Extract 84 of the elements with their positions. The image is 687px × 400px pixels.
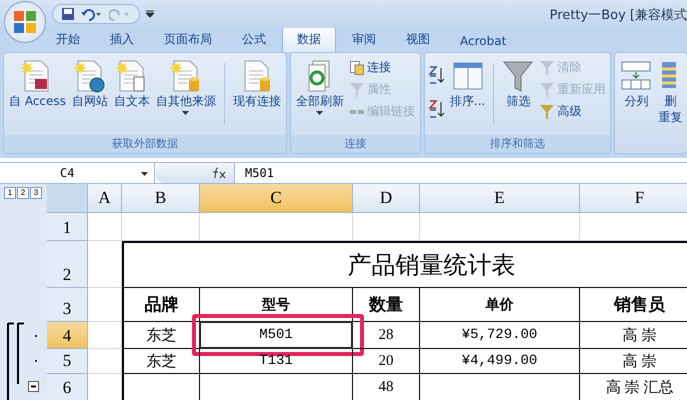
column-header[interactable]: B: [122, 184, 200, 213]
ribbon-button[interactable]: 筛选: [500, 57, 536, 111]
row-header[interactable]: 1: [47, 213, 88, 241]
ribbon-button[interactable]: 自 Access: [7, 57, 68, 111]
outline-level-button[interactable]: 1: [4, 187, 16, 199]
caret-icon: [182, 111, 190, 115]
ribbon-button[interactable]: 高级: [538, 102, 608, 121]
group-label: 排序和筛选: [424, 135, 610, 153]
sort-descending-icon[interactable]: [428, 99, 446, 119]
table-cell: 20: [353, 349, 420, 374]
connection-icon: [350, 60, 364, 74]
table-cell: T131: [200, 349, 353, 374]
window-title: Pretty一Boy [兼容模式: [550, 7, 687, 24]
table-cell: 48: [353, 374, 420, 400]
ribbon-button[interactable]: 自文本: [112, 57, 152, 111]
ribbon-button[interactable]: 删 重复: [656, 57, 684, 127]
table-cell: 高 崇 汇总: [580, 374, 687, 400]
reapply-icon: [540, 82, 554, 96]
caret-icon: [141, 172, 148, 176]
column-header[interactable]: F: [580, 184, 687, 213]
grid-cell: [88, 322, 122, 349]
row-header[interactable]: 6: [47, 374, 88, 400]
ribbon-button[interactable]: 自网站: [70, 57, 110, 111]
table-cell: 28: [353, 322, 420, 349]
caret-icon: [316, 111, 324, 115]
table-cell: 单价: [420, 288, 580, 322]
globe-document-icon: [74, 59, 106, 93]
ribbon-button[interactable]: 连接: [348, 58, 417, 77]
grid-cell: [353, 213, 420, 241]
row-header[interactable]: 4: [47, 322, 88, 349]
undo-icon[interactable]: [81, 7, 103, 21]
clear-filter-icon: [540, 60, 554, 74]
advanced-filter-icon: [540, 104, 554, 118]
ribbon-button[interactable]: 现有连接: [230, 57, 283, 111]
save-icon[interactable]: [61, 7, 75, 21]
table-cell: 品牌: [122, 288, 200, 322]
ribbon-tab[interactable]: 视图: [392, 28, 444, 52]
ribbon-tab[interactable]: 开始: [42, 28, 94, 52]
table-cell: 高 崇: [580, 349, 687, 374]
ribbon-button[interactable]: 自其他来源: [154, 57, 218, 117]
grid-cell: [88, 288, 122, 322]
ribbon-tab[interactable]: Acrobat: [446, 31, 520, 52]
table-cell: ¥4,499.00: [420, 349, 580, 374]
ribbon-tab[interactable]: 插入: [96, 28, 148, 52]
link-icon: [350, 108, 364, 114]
table-cell: 东芝: [122, 349, 200, 374]
column-header[interactable]: A: [88, 184, 122, 213]
ribbon-button[interactable]: 分列: [618, 57, 654, 111]
grid-cell: [88, 349, 122, 374]
column-header[interactable]: C: [200, 184, 353, 213]
ribbon-tab[interactable]: 公式: [228, 28, 280, 52]
group-label: 连接: [290, 135, 420, 153]
table-cell: 型号: [200, 288, 353, 322]
table-cell: 数量: [353, 288, 420, 322]
row-header[interactable]: 2: [47, 241, 88, 288]
table-cell: 销售员: [580, 288, 687, 322]
column-header[interactable]: D: [353, 184, 420, 213]
table-cell: ¥5,729.00: [420, 322, 580, 349]
table-cell: M501: [200, 322, 353, 349]
outline-level-button[interactable]: 3: [30, 187, 42, 199]
office-button[interactable]: [4, 1, 46, 43]
outline-level-button[interactable]: 2: [17, 187, 29, 199]
grid-cell: [88, 213, 122, 241]
row-header[interactable]: 3: [47, 288, 88, 322]
name-box[interactable]: C4: [0, 163, 155, 183]
table-cell: 东芝: [122, 322, 200, 349]
column-header[interactable]: E: [420, 184, 580, 213]
table-title: 产品销量统计表: [122, 241, 687, 288]
ribbon-tab[interactable]: 审阅: [338, 28, 390, 52]
grid-cell: [88, 241, 122, 288]
ribbon-button[interactable]: 全部刷新: [294, 57, 346, 117]
table-cell: 高 崇: [580, 322, 687, 349]
ribbon-tab[interactable]: 数据: [282, 27, 336, 52]
function-icon[interactable]: [212, 167, 226, 179]
database-document-icon: [170, 59, 202, 93]
customize-arrow-icon[interactable]: [146, 10, 154, 18]
sort-ascending-icon[interactable]: [428, 65, 446, 85]
ribbon-button[interactable]: 排序...: [448, 57, 488, 111]
office-logo-icon: [13, 10, 37, 34]
row-header[interactable]: 5: [47, 349, 88, 374]
funnel-icon: [502, 59, 534, 93]
ribbon-tab[interactable]: 页面布局: [150, 28, 226, 52]
group-label: 获取外部数据: [4, 135, 286, 153]
formula-field[interactable]: M501: [235, 163, 274, 183]
